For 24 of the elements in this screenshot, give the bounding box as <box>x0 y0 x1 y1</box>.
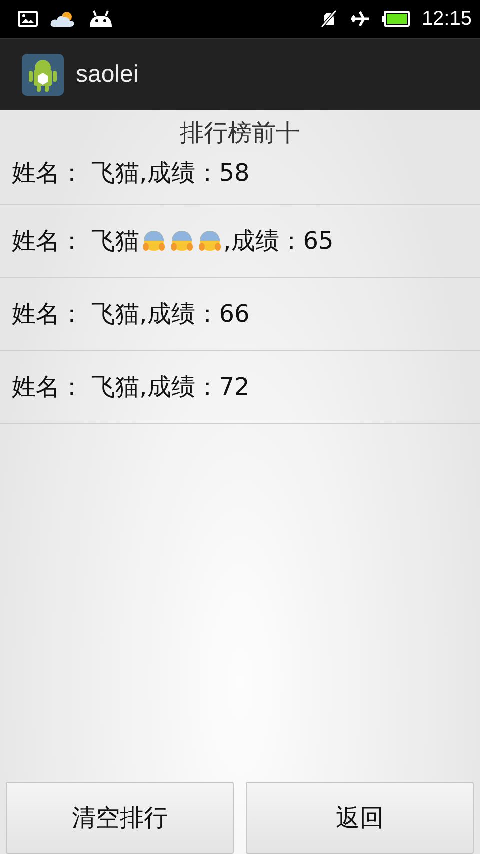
app-title: saolei <box>76 60 139 88</box>
list-item[interactable]: 姓名： 飞猫,成绩：66 <box>0 278 480 351</box>
battery-icon <box>382 11 410 27</box>
row-text: 姓名： 飞猫,成绩：58 <box>12 158 250 189</box>
row-text: 姓名： 飞猫 <box>12 226 140 257</box>
row-text: ,成绩：65 <box>224 226 334 257</box>
list-title: 排行榜前十 <box>180 118 300 148</box>
weather-icon <box>50 9 76 29</box>
airplane-icon <box>350 10 370 28</box>
clock: 12:15 <box>422 8 472 30</box>
list-item[interactable]: 姓名： 飞猫,成绩：72 <box>0 351 480 424</box>
app-icon <box>22 54 66 96</box>
android-icon <box>88 10 114 28</box>
emoji-icon <box>198 229 222 253</box>
image-icon <box>18 11 38 27</box>
emoji-icon <box>170 229 194 253</box>
row-text: 姓名： 飞猫,成绩：72 <box>12 372 250 403</box>
row-text: 姓名： 飞猫,成绩：66 <box>12 299 250 330</box>
list-item[interactable]: 姓名： 飞猫,成绩：58 <box>0 148 480 205</box>
action-button[interactable]: 返回 <box>246 782 474 854</box>
muted-bell-icon <box>320 10 338 28</box>
list-item[interactable]: 姓名： 飞猫 ,成绩：65 <box>0 205 480 278</box>
emoji-icon <box>142 229 166 253</box>
action-button[interactable]: 清空排行 <box>6 782 234 854</box>
